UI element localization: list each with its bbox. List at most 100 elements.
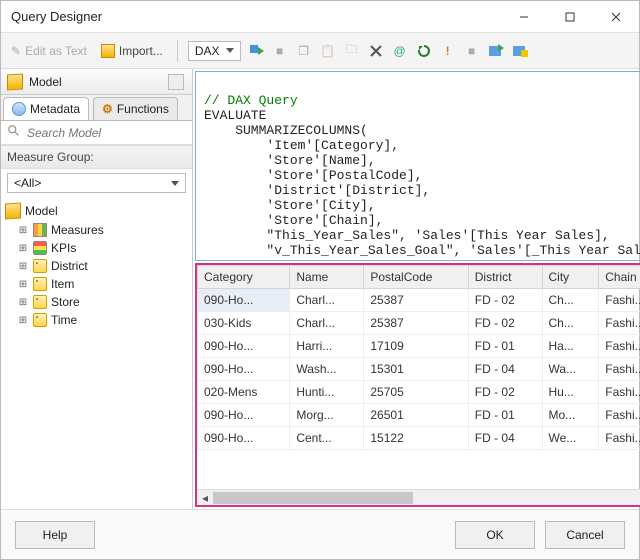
tab-functions[interactable]: ⚙ Functions <box>93 97 178 120</box>
cell: FD - 02 <box>468 381 542 404</box>
measures-icon <box>33 223 47 237</box>
table-row[interactable]: 020-MensHunti...25705FD - 02Hu...Fashi..… <box>198 381 640 404</box>
tree-dimension[interactable]: ⊞Store <box>3 293 190 311</box>
new-folder-icon[interactable]: 🗀 <box>343 42 361 60</box>
cell: 030-Kids <box>198 312 290 335</box>
table-row[interactable]: 090-Ho...Morg...26501FD - 01Mo...Fashi..… <box>198 404 640 427</box>
cell: Wash... <box>290 358 364 381</box>
scroll-left-icon[interactable]: ◂ <box>197 490 213 506</box>
cell: FD - 02 <box>468 312 542 335</box>
cell: FD - 01 <box>468 404 542 427</box>
cell: Hunti... <box>290 381 364 404</box>
cube-icon <box>5 202 21 219</box>
preview-icon[interactable] <box>511 42 529 60</box>
language-select[interactable]: DAX <box>188 41 241 61</box>
alert-icon[interactable]: ! <box>439 42 457 60</box>
table-row[interactable]: 090-Ho...Wash...15301FD - 04Wa...Fashi..… <box>198 358 640 381</box>
cancel-button[interactable]: Cancel <box>545 521 625 549</box>
tree-root[interactable]: Model <box>3 201 190 221</box>
cell: Mo... <box>542 404 599 427</box>
column-header[interactable]: City <box>542 266 599 289</box>
tree-measures[interactable]: ⊞ Measures <box>3 221 190 239</box>
cell: 15122 <box>364 427 468 450</box>
expand-icon[interactable]: ⊞ <box>17 314 29 326</box>
column-header[interactable]: Name <box>290 266 364 289</box>
search-input[interactable] <box>25 125 186 141</box>
tree-dimension[interactable]: ⊞District <box>3 257 190 275</box>
grid-horizontal-scrollbar[interactable]: ◂ ▸ <box>197 489 640 505</box>
search-icon <box>7 124 21 141</box>
design-icon[interactable] <box>487 42 505 60</box>
minimize-button[interactable] <box>501 1 547 33</box>
cell: 25387 <box>364 312 468 335</box>
toolbar: ✎ Edit as Text Import... DAX ■ ❐ 📋 🗀 @ !… <box>1 33 639 69</box>
cell: Hu... <box>542 381 599 404</box>
table-row[interactable]: 090-Ho...Cent...15122FD - 04We...Fashi..… <box>198 427 640 450</box>
cell: Ch... <box>542 289 599 312</box>
table-row[interactable]: 090-Ho...Harri...17109FD - 01Ha...Fashi.… <box>198 335 640 358</box>
metadata-icon <box>12 102 26 116</box>
measure-group-select[interactable]: <All> <box>7 173 186 193</box>
tab-metadata[interactable]: Metadata <box>3 97 89 120</box>
stop-icon[interactable]: ■ <box>463 42 481 60</box>
expand-icon[interactable]: ⊞ <box>17 260 29 272</box>
maximize-button[interactable] <box>547 1 593 33</box>
chevron-down-icon <box>171 181 179 186</box>
query-editor[interactable]: // DAX Query EVALUATE SUMMARIZECOLUMNS( … <box>195 71 640 261</box>
expand-icon[interactable]: ⊞ <box>17 224 29 236</box>
import-button[interactable]: Import... <box>97 42 167 60</box>
cell: 26501 <box>364 404 468 427</box>
column-header[interactable]: PostalCode <box>364 266 468 289</box>
cell: 15301 <box>364 358 468 381</box>
help-button[interactable]: Help <box>15 521 95 549</box>
model-button[interactable] <box>168 74 184 90</box>
tree-dimension[interactable]: ⊞Time <box>3 311 190 329</box>
dimension-icon <box>33 295 47 309</box>
cell: 090-Ho... <box>198 358 290 381</box>
cell: 020-Mens <box>198 381 290 404</box>
tree-kpis[interactable]: ⊞ KPIs <box>3 239 190 257</box>
delete-icon[interactable] <box>367 42 385 60</box>
copy-icon[interactable]: ❐ <box>295 42 313 60</box>
cell: 090-Ho... <box>198 289 290 312</box>
column-header[interactable]: District <box>468 266 542 289</box>
tree-root-label: Model <box>25 204 58 218</box>
cell: Fashi... <box>599 404 640 427</box>
table-row[interactable]: 090-Ho...Charl...25387FD - 02Ch...Fashi.… <box>198 289 640 312</box>
edit-as-text-label: Edit as Text <box>25 44 87 58</box>
cube-icon <box>7 73 23 90</box>
expand-icon[interactable]: ⊞ <box>17 242 29 254</box>
parameters-icon[interactable]: @ <box>391 42 409 60</box>
cell: Fashi... <box>599 312 640 335</box>
cell: Ha... <box>542 335 599 358</box>
cell: 090-Ho... <box>198 427 290 450</box>
table-row[interactable]: 030-KidsCharl...25387FD - 02Ch...Fashi..… <box>198 312 640 335</box>
import-icon <box>101 44 115 58</box>
edit-as-text-button[interactable]: ✎ Edit as Text <box>7 42 91 60</box>
paste-icon[interactable]: 📋 <box>319 42 337 60</box>
cell: Cent... <box>290 427 364 450</box>
close-button[interactable] <box>593 1 639 33</box>
column-header[interactable]: Category <box>198 266 290 289</box>
tree-node-label: Measures <box>51 223 104 237</box>
expand-icon[interactable]: ⊞ <box>17 278 29 290</box>
measure-group-value: <All> <box>14 176 41 190</box>
tab-functions-label: Functions <box>117 102 169 116</box>
column-header[interactable]: Chain <box>599 266 640 289</box>
expand-icon[interactable]: ⊞ <box>17 296 29 308</box>
tree-node-label: KPIs <box>51 241 76 255</box>
model-header-label: Model <box>29 75 62 89</box>
cell: 090-Ho... <box>198 335 290 358</box>
tree-dimension[interactable]: ⊞Item <box>3 275 190 293</box>
cut-icon[interactable]: ■ <box>271 42 289 60</box>
ok-button[interactable]: OK <box>455 521 535 549</box>
model-tree: Model ⊞ Measures ⊞ KPIs ⊞District⊞Item⊞S… <box>1 197 192 509</box>
edit-text-icon: ✎ <box>11 44 21 58</box>
cell: Ch... <box>542 312 599 335</box>
cell: Harri... <box>290 335 364 358</box>
cell: Fashi... <box>599 335 640 358</box>
refresh-icon[interactable] <box>415 42 433 60</box>
cell: 25387 <box>364 289 468 312</box>
model-pane: Model Metadata ⚙ Functions Measure Group… <box>1 69 193 509</box>
run-icon[interactable] <box>247 42 265 60</box>
